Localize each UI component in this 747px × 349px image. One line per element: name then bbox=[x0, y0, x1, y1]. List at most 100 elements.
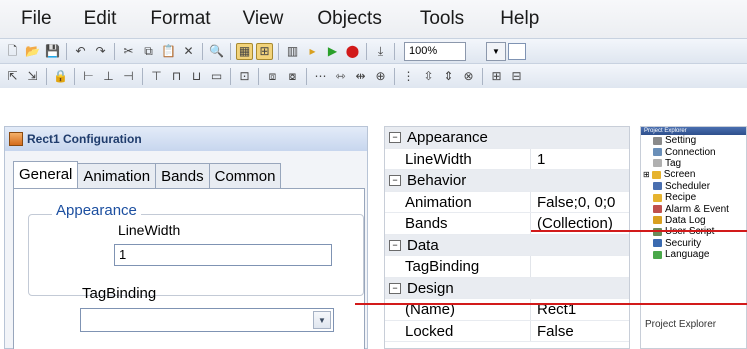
collapse-icon[interactable]: − bbox=[389, 239, 401, 251]
cursor-tool-icon[interactable]: ⇲ bbox=[24, 68, 41, 85]
collapse-icon[interactable]: − bbox=[389, 132, 401, 143]
tab-common[interactable]: Common bbox=[208, 163, 282, 188]
vspace-decrease-icon[interactable]: ⇕ bbox=[440, 68, 457, 85]
property-category[interactable]: − Appearance bbox=[385, 127, 629, 149]
menu-view[interactable]: View bbox=[243, 8, 284, 30]
hspace-increase-icon[interactable]: ⇿ bbox=[332, 68, 349, 85]
hspace-equal-icon[interactable]: ⋯ bbox=[312, 68, 329, 85]
tree-item[interactable]: Connection bbox=[641, 146, 746, 158]
lock-icon[interactable]: 🔒 bbox=[52, 68, 69, 85]
scheduler-icon bbox=[653, 182, 662, 191]
config-tabs: General Animation Bands Common bbox=[13, 161, 282, 188]
center-vertical-icon[interactable]: ⊟ bbox=[508, 68, 525, 85]
menu-format[interactable]: Format bbox=[150, 8, 210, 30]
tree-item[interactable]: Tag bbox=[641, 158, 746, 169]
group-icon[interactable]: ⊡ bbox=[236, 68, 253, 85]
zoom-level-input[interactable]: 100% bbox=[404, 41, 466, 61]
align-top-icon[interactable]: ⊤ bbox=[148, 68, 165, 85]
property-category[interactable]: − Design bbox=[385, 277, 629, 299]
tree-item[interactable]: Language bbox=[641, 249, 746, 260]
property-value[interactable] bbox=[531, 256, 537, 277]
screen-layout-icon[interactable]: ▥ bbox=[284, 43, 301, 60]
tab-animation[interactable]: Animation bbox=[77, 163, 157, 188]
stop-icon[interactable]: ⬤ bbox=[344, 43, 361, 60]
order-back-icon[interactable]: ⧇ bbox=[284, 68, 301, 85]
zoom-dropdown-arrow-icon[interactable]: ▼ bbox=[486, 41, 506, 61]
property-name: TagBinding bbox=[385, 256, 531, 277]
snap-icon[interactable]: ⊞ bbox=[256, 42, 273, 60]
toolbar-separator bbox=[230, 42, 231, 60]
menu-edit[interactable]: Edit bbox=[84, 8, 117, 30]
menu-help[interactable]: Help bbox=[500, 8, 539, 30]
open-folder-icon[interactable]: 📂 bbox=[24, 43, 41, 60]
same-size-icon[interactable]: ▭ bbox=[208, 68, 225, 85]
redo-icon[interactable]: ↷ bbox=[92, 43, 109, 60]
order-front-icon[interactable]: ⧈ bbox=[264, 68, 281, 85]
property-category-name: Appearance bbox=[407, 129, 488, 146]
project-explorer-tab[interactable]: Project Explorer bbox=[645, 319, 716, 330]
property-row[interactable]: TagBinding bbox=[385, 256, 629, 278]
property-row[interactable]: Animation False;0, 0;0 bbox=[385, 191, 629, 213]
align-middle-icon[interactable]: ⊓ bbox=[168, 68, 185, 85]
toolbar-separator bbox=[202, 42, 203, 60]
menu-tools[interactable]: Tools bbox=[420, 8, 464, 30]
tree-item-label: Alarm & Event bbox=[665, 203, 729, 215]
property-category[interactable]: − Behavior bbox=[385, 170, 629, 192]
expand-icon[interactable]: ⊞ bbox=[643, 170, 650, 179]
tree-item[interactable]: ⊞ Screen bbox=[641, 169, 746, 180]
pointer-tool-icon[interactable]: ⇱ bbox=[4, 68, 21, 85]
property-value[interactable]: False;0, 0;0 bbox=[531, 192, 615, 213]
property-category[interactable]: − Data bbox=[385, 234, 629, 256]
cut-icon[interactable]: ✂ bbox=[120, 43, 137, 60]
tab-general[interactable]: General bbox=[13, 161, 79, 188]
align-left-icon[interactable]: ⊢ bbox=[80, 68, 97, 85]
vspace-equal-icon[interactable]: ⋮ bbox=[400, 68, 417, 85]
center-horizontal-icon[interactable]: ⊞ bbox=[488, 68, 505, 85]
vspace-remove-icon[interactable]: ⊗ bbox=[460, 68, 477, 85]
hspace-remove-icon[interactable]: ⊕ bbox=[372, 68, 389, 85]
delete-icon[interactable]: ✕ bbox=[180, 43, 197, 60]
hspace-decrease-icon[interactable]: ⇹ bbox=[352, 68, 369, 85]
run-icon[interactable]: ▶ bbox=[324, 43, 341, 60]
menu-bar: File Edit Format View Objects Tools Help bbox=[0, 0, 747, 38]
tree-item[interactable]: Setting bbox=[641, 135, 746, 146]
align-bottom-icon[interactable]: ⊔ bbox=[188, 68, 205, 85]
tree-item[interactable]: Alarm & Event bbox=[641, 203, 746, 215]
grid-icon[interactable]: ▦ bbox=[236, 42, 253, 60]
menu-objects[interactable]: Objects bbox=[317, 8, 381, 30]
tree-item[interactable]: Security bbox=[641, 238, 746, 249]
tagbinding-select[interactable]: ▼ bbox=[80, 308, 334, 332]
tree-item-label: Security bbox=[665, 237, 702, 249]
save-icon[interactable]: 💾 bbox=[44, 43, 61, 60]
chevron-down-icon[interactable]: ▼ bbox=[313, 311, 331, 329]
download-icon[interactable]: ⤓ bbox=[372, 43, 389, 60]
new-icon[interactable]: 🗋 bbox=[4, 43, 21, 60]
collapse-icon[interactable]: − bbox=[389, 175, 401, 186]
tree-item[interactable]: Recipe bbox=[641, 192, 746, 203]
property-value[interactable]: False bbox=[531, 321, 574, 342]
linewidth-input[interactable]: 1 bbox=[114, 244, 332, 266]
undo-icon[interactable]: ↶ bbox=[72, 43, 89, 60]
run-step-icon[interactable]: ▸ bbox=[304, 43, 321, 60]
collapse-icon[interactable]: − bbox=[389, 282, 401, 294]
paste-icon[interactable]: 📋 bbox=[160, 43, 177, 60]
property-category-name: Behavior bbox=[407, 172, 467, 189]
toolbar-separator bbox=[258, 67, 259, 85]
window-icon[interactable] bbox=[508, 42, 526, 60]
tab-bands[interactable]: Bands bbox=[155, 163, 210, 188]
property-row[interactable]: Locked False bbox=[385, 320, 629, 342]
copy-icon[interactable]: ⧉ bbox=[140, 43, 157, 60]
toolbar-separator bbox=[306, 67, 307, 85]
dialog-titlebar[interactable]: Rect1 Configuration bbox=[5, 127, 367, 151]
tree-item[interactable]: Scheduler bbox=[641, 181, 746, 192]
property-category-name: Design bbox=[407, 279, 454, 297]
vspace-increase-icon[interactable]: ⇳ bbox=[420, 68, 437, 85]
menu-file[interactable]: File bbox=[21, 8, 52, 30]
property-value[interactable]: 1 bbox=[531, 149, 545, 170]
align-right-icon[interactable]: ⊣ bbox=[120, 68, 137, 85]
property-row[interactable]: LineWidth 1 bbox=[385, 148, 629, 170]
find-icon[interactable]: 🔍 bbox=[208, 43, 225, 60]
align-center-icon[interactable]: ⊥ bbox=[100, 68, 117, 85]
property-category-name: Data bbox=[407, 236, 439, 254]
tree-item[interactable]: Data Log bbox=[641, 215, 746, 226]
